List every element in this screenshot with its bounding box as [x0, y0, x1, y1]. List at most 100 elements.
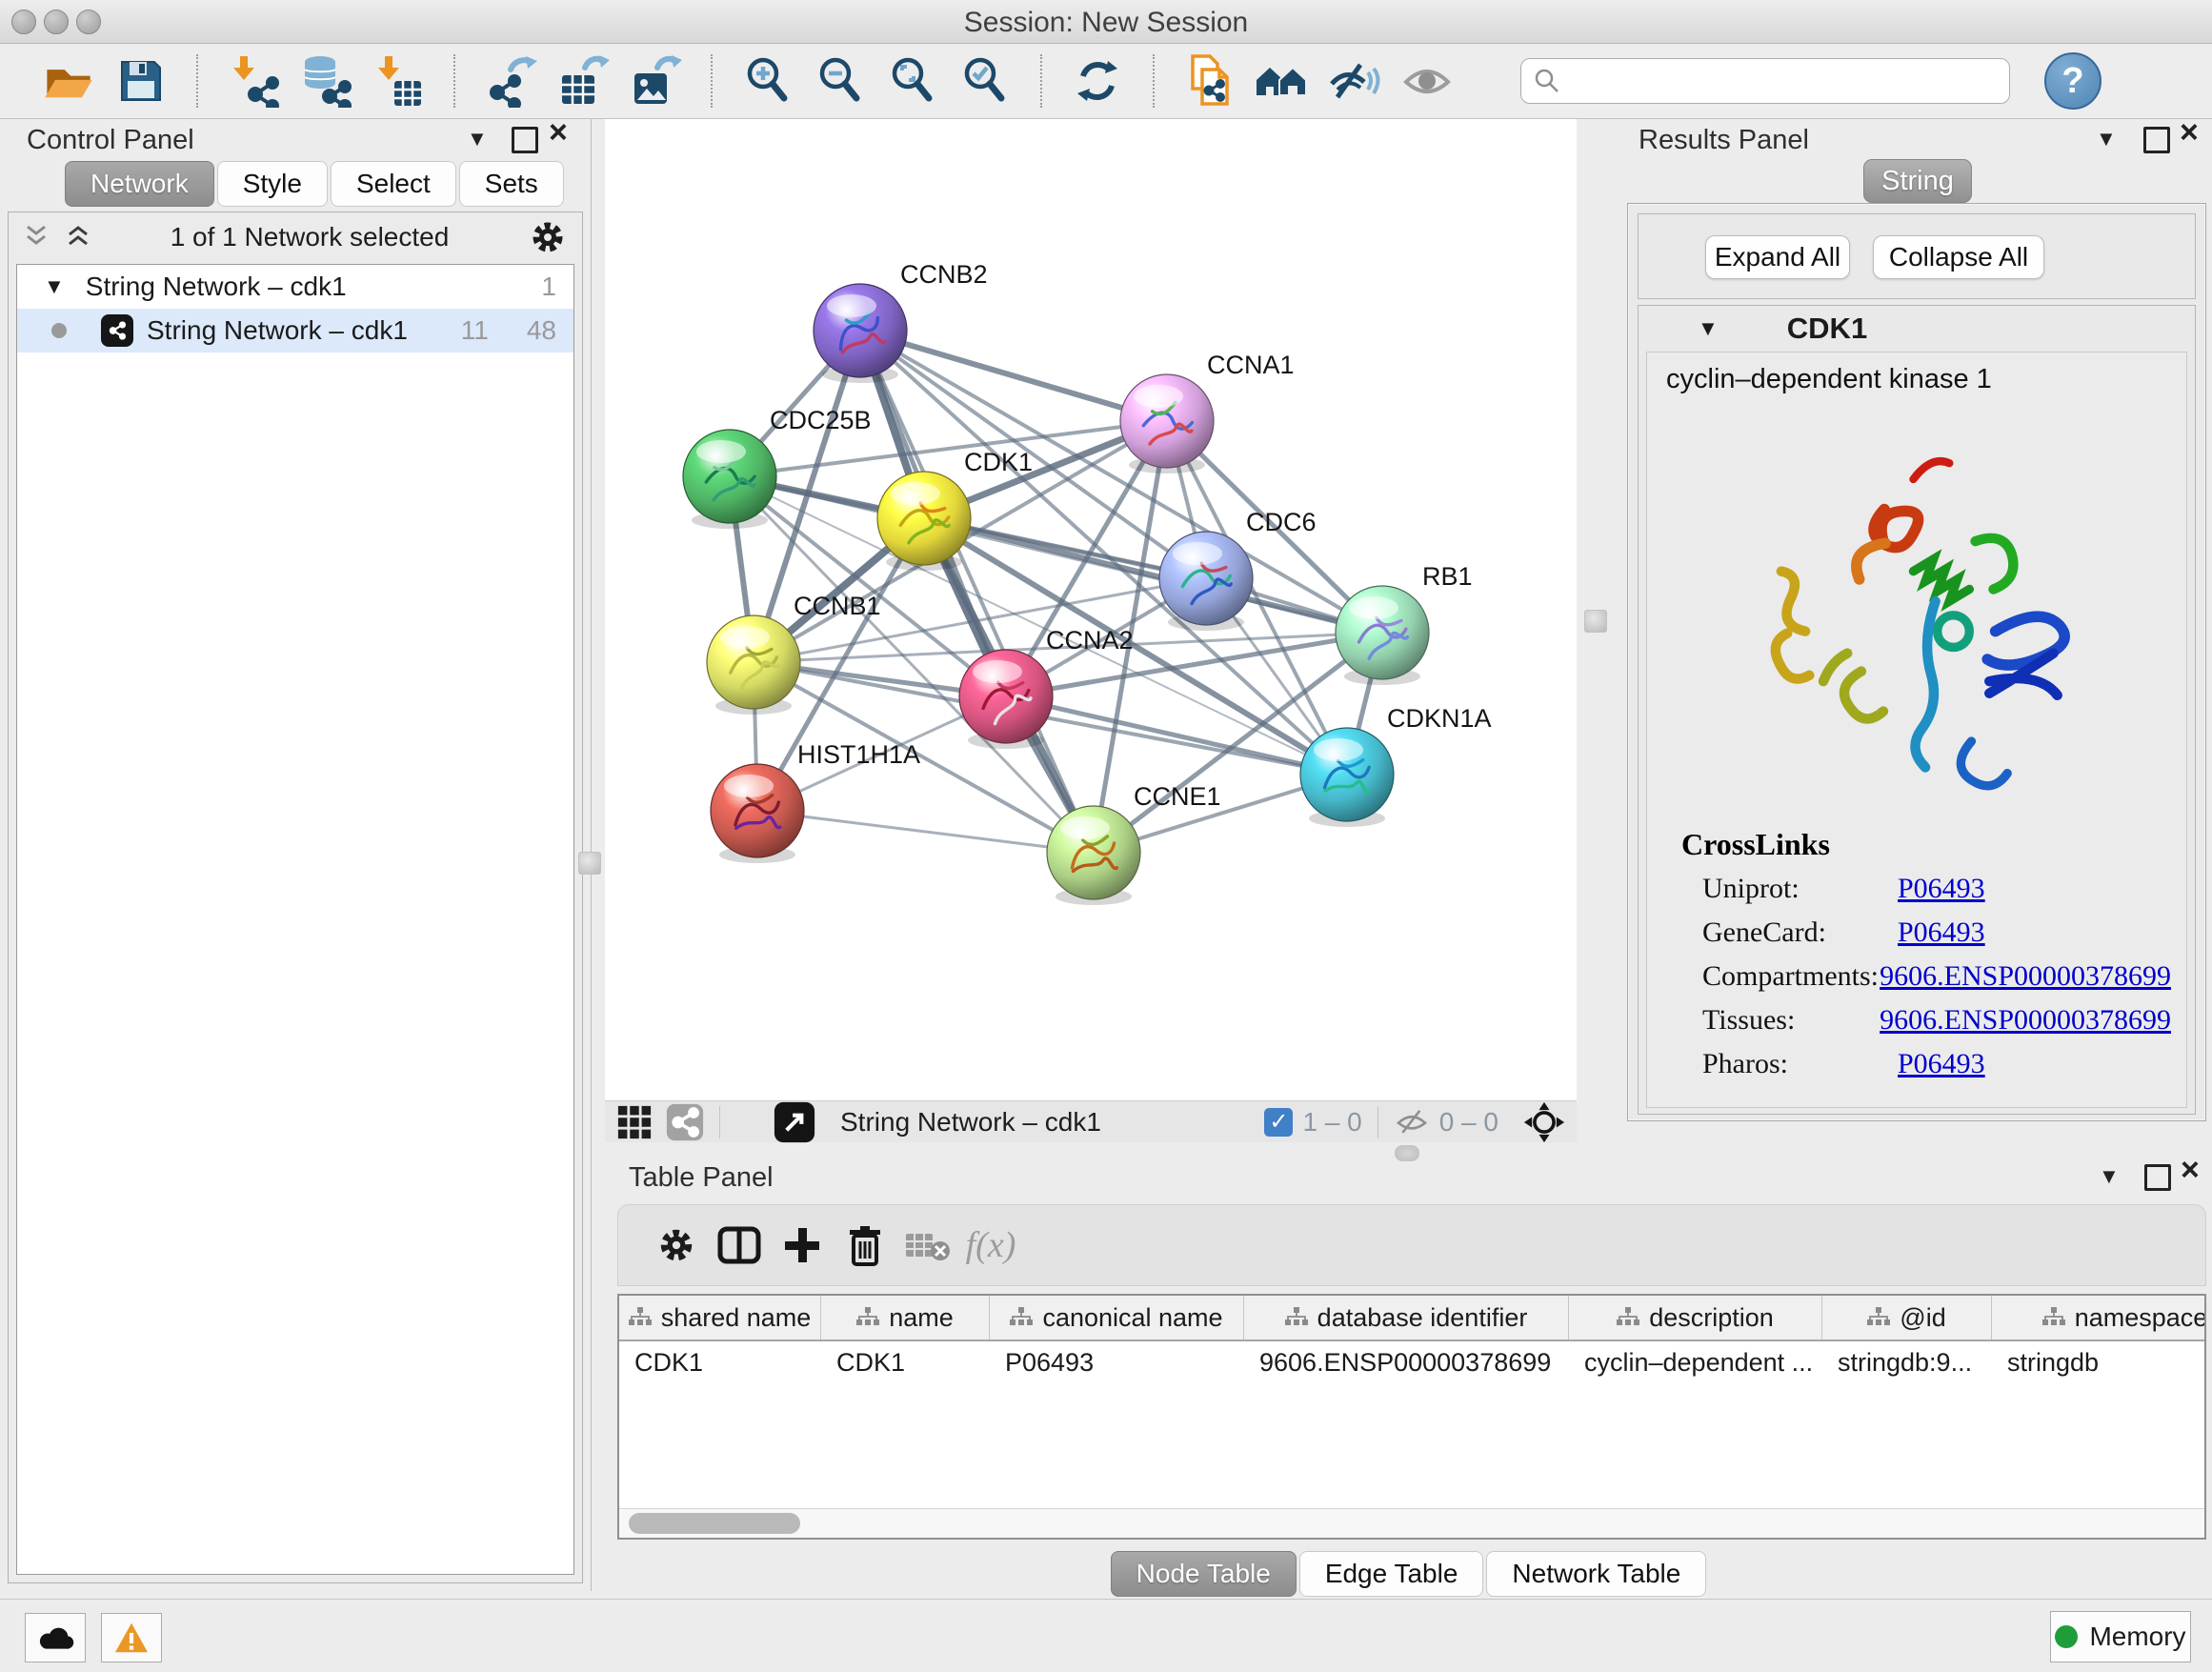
memory-button[interactable]: Memory [2050, 1611, 2191, 1662]
results-panel-close-icon[interactable]: × [2180, 121, 2199, 144]
network-node-CCNA1[interactable] [1120, 374, 1214, 473]
cloud-button[interactable] [25, 1613, 86, 1662]
network-node-CDC25B[interactable] [683, 430, 776, 529]
warning-button[interactable] [101, 1613, 162, 1662]
zoom-out-button[interactable] [811, 51, 870, 111]
tab-edge-table[interactable]: Edge Table [1299, 1551, 1484, 1597]
function-builder-button[interactable]: f(x) [959, 1219, 1022, 1272]
table-cell[interactable]: stringdb:9... [1822, 1348, 1992, 1378]
table-cell[interactable]: CDK1 [619, 1348, 821, 1378]
left-splitter-handle[interactable] [578, 852, 601, 875]
column-header-canonical-name[interactable]: canonical name [990, 1296, 1244, 1340]
export-table-button[interactable] [553, 51, 613, 111]
table-cell[interactable]: stringdb [1992, 1348, 2206, 1378]
column-header-namespace[interactable]: namespace [1992, 1296, 2206, 1340]
tab-select[interactable]: Select [331, 161, 456, 207]
table-panel-float-icon[interactable] [2144, 1164, 2171, 1191]
tree-collapse-icon[interactable]: ▼ [44, 274, 65, 299]
column-header-description[interactable]: description [1569, 1296, 1822, 1340]
table-cell[interactable]: P06493 [990, 1348, 1244, 1378]
import-network-button[interactable] [224, 51, 283, 111]
duplicate-network-button[interactable] [1180, 51, 1239, 111]
network-node-CDKN1A[interactable] [1300, 728, 1394, 827]
export-network-button[interactable] [481, 51, 540, 111]
section-collapse-icon[interactable]: ▼ [1698, 316, 1719, 341]
tab-style[interactable]: Style [217, 161, 328, 207]
tab-node-table[interactable]: Node Table [1111, 1551, 1297, 1597]
column-header--id[interactable]: @id [1822, 1296, 1992, 1340]
tab-sets[interactable]: Sets [459, 161, 564, 207]
delete-table-button[interactable] [896, 1219, 959, 1272]
create-column-button[interactable] [771, 1219, 834, 1272]
network-tree: ▼ String Network – cdk1 1 String Network… [16, 264, 574, 1575]
right-splitter-handle[interactable] [1584, 610, 1607, 633]
network-node-HIST1H1A[interactable] [711, 764, 804, 863]
control-panel-menu-icon[interactable]: ▼ [467, 127, 488, 151]
hidden-eye-icon[interactable] [1394, 1107, 1430, 1138]
expand-all-icon[interactable] [64, 224, 92, 251]
hide-selected-button[interactable] [1325, 51, 1384, 111]
expand-all-button[interactable]: Expand All [1705, 235, 1850, 279]
import-table-button[interactable] [369, 51, 428, 111]
crosslink-link[interactable]: P06493 [1898, 873, 1985, 905]
open-file-button[interactable] [39, 51, 98, 111]
table-horizontal-scrollbar[interactable] [619, 1508, 2204, 1538]
home-button[interactable] [1253, 51, 1312, 111]
selected-checkbox-icon[interactable]: ✓ [1264, 1108, 1293, 1137]
network-node-RB1[interactable] [1336, 586, 1429, 685]
cdk1-section-header[interactable]: ▼ CDK1 [1639, 306, 2195, 352]
table-cell[interactable]: 9606.ENSP00000378699 [1244, 1348, 1569, 1378]
network-node-CCNB1[interactable] [707, 615, 800, 715]
column-header-shared-name[interactable]: shared name [619, 1296, 821, 1340]
table-panel-menu-icon[interactable]: ▼ [2099, 1164, 2120, 1189]
crosslink-link[interactable]: P06493 [1898, 917, 1985, 949]
network-share-icon[interactable] [666, 1103, 704, 1141]
control-panel-float-icon[interactable] [512, 127, 538, 153]
zoom-selected-button[interactable] [955, 51, 1015, 111]
crosslink-link[interactable]: 9606.ENSP00000378699 [1880, 1004, 2171, 1037]
cdk1-section-content: cyclin–dependent kinase 1 [1646, 352, 2187, 1108]
zoom-in-button[interactable] [738, 51, 797, 111]
column-header-name[interactable]: name [821, 1296, 990, 1340]
table-panel-close-icon[interactable]: × [2181, 1158, 2200, 1181]
crosslink-link[interactable]: P06493 [1898, 1048, 1985, 1080]
results-panel-float-icon[interactable] [2143, 127, 2170, 153]
network-edge[interactable] [757, 811, 1094, 853]
collapse-all-icon[interactable] [22, 224, 50, 251]
tab-network[interactable]: Network [65, 161, 214, 207]
birdseye-view-icon[interactable] [774, 1101, 815, 1143]
table-cell[interactable]: CDK1 [821, 1348, 990, 1378]
fit-selected-crosshair-icon[interactable] [1523, 1101, 1565, 1143]
show-all-button[interactable] [1398, 51, 1457, 111]
network-edge[interactable] [860, 331, 1094, 853]
network-tree-root-row[interactable]: ▼ String Network – cdk1 1 [17, 265, 573, 309]
collapse-all-button[interactable]: Collapse All [1873, 235, 2044, 279]
tab-string[interactable]: String [1863, 159, 1972, 203]
show-column-button[interactable] [708, 1219, 771, 1272]
export-image-button[interactable] [626, 51, 685, 111]
network-node-CDK1[interactable] [877, 472, 971, 571]
network-options-gear-icon[interactable] [527, 216, 569, 258]
column-header-database-identifier[interactable]: database identifier [1244, 1296, 1569, 1340]
grid-view-icon[interactable] [616, 1104, 653, 1140]
scrollbar-thumb[interactable] [629, 1513, 800, 1534]
delete-column-button[interactable] [834, 1219, 896, 1272]
save-session-button[interactable] [111, 51, 171, 111]
zoom-fit-button[interactable] [883, 51, 942, 111]
search-input[interactable] [1571, 66, 1998, 97]
help-button[interactable]: ? [2044, 52, 2101, 110]
crosslink-link[interactable]: 9606.ENSP00000378699 [1880, 960, 2171, 993]
network-tree-child-row[interactable]: String Network – cdk1 11 48 [17, 309, 573, 353]
tab-network-table[interactable]: Network Table [1486, 1551, 1706, 1597]
control-panel-close-icon[interactable]: × [549, 121, 568, 144]
network-canvas[interactable]: CCNB2CCNA1CDC25BCDK1CDC6RB1CCNB1CCNA2CDK… [605, 119, 1577, 1100]
refresh-layout-button[interactable] [1068, 51, 1127, 111]
table-row[interactable]: CDK1CDK1P064939606.ENSP00000378699cyclin… [619, 1341, 2204, 1383]
network-edge[interactable] [1006, 696, 1347, 775]
table-settings-button[interactable] [645, 1219, 708, 1272]
results-panel-menu-icon[interactable]: ▼ [2096, 127, 2117, 151]
import-network-database-button[interactable] [296, 51, 355, 111]
network-node-CCNE1[interactable] [1047, 806, 1140, 905]
network-edge[interactable] [860, 331, 1167, 421]
table-cell[interactable]: cyclin–dependent ... [1569, 1348, 1822, 1378]
